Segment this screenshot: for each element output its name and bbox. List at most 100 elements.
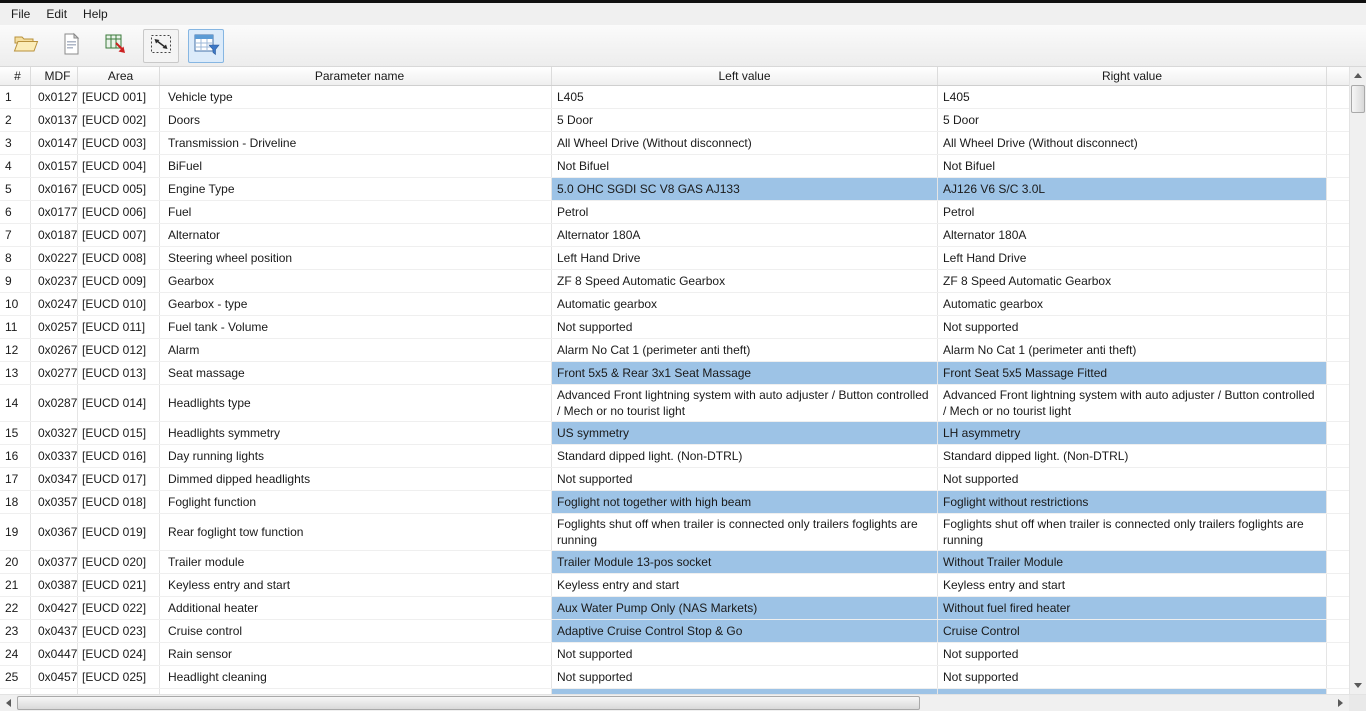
table-row[interactable]: 16 0x0337 [EUCD 016] Day running lights … [0, 445, 1349, 468]
cell-mdf: 0x0287 [31, 385, 78, 421]
print-document-icon [59, 32, 83, 59]
cell-right-value: LH asymmetry [938, 422, 1327, 444]
table-row[interactable]: 2 0x0137 [EUCD 002] Doors 5 Door 5 Door [0, 109, 1349, 132]
cell-filler [1327, 132, 1349, 154]
vertical-scrollbar-thumb[interactable] [1351, 85, 1365, 113]
column-header-index[interactable]: # [0, 67, 31, 85]
cell-index: 20 [0, 551, 31, 573]
menu-help[interactable]: Help [75, 3, 116, 25]
cell-mdf: 0x0457 [31, 666, 78, 688]
cell-index: 21 [0, 574, 31, 596]
table-row[interactable]: 19 0x0367 [EUCD 019] Rear foglight tow f… [0, 514, 1349, 551]
cell-mdf: 0x0327 [31, 422, 78, 444]
table-row[interactable]: 7 0x0187 [EUCD 007] Alternator Alternato… [0, 224, 1349, 247]
export-button[interactable] [98, 29, 134, 63]
horizontal-scrollbar[interactable] [0, 694, 1366, 711]
horizontal-scrollbar-track[interactable] [17, 695, 1332, 711]
cell-mdf: 0x0237 [31, 270, 78, 292]
column-header-parameter-name[interactable]: Parameter name [160, 67, 552, 85]
cell-index: 15 [0, 422, 31, 444]
filter-table-button[interactable] [188, 29, 224, 63]
table-row[interactable]: 8 0x0227 [EUCD 008] Steering wheel posit… [0, 247, 1349, 270]
cell-area: [EUCD 012] [78, 339, 160, 361]
column-header-left-value[interactable]: Left value [552, 67, 938, 85]
table-row[interactable]: 24 0x0447 [EUCD 024] Rain sensor Not sup… [0, 643, 1349, 666]
menu-file[interactable]: File [3, 3, 38, 25]
table-row[interactable]: 23 0x0437 [EUCD 023] Cruise control Adap… [0, 620, 1349, 643]
cell-right-value: Not supported [938, 643, 1327, 665]
print-button[interactable] [53, 29, 89, 63]
table-row[interactable]: 3 0x0147 [EUCD 003] Transmission - Drive… [0, 132, 1349, 155]
cell-right-value: Alarm No Cat 1 (perimeter anti theft) [938, 339, 1327, 361]
cell-filler [1327, 514, 1349, 550]
menu-edit[interactable]: Edit [38, 3, 75, 25]
table-row[interactable]: 6 0x0177 [EUCD 006] Fuel Petrol Petrol [0, 201, 1349, 224]
scroll-down-button[interactable] [1350, 677, 1366, 694]
cell-mdf [31, 689, 78, 694]
cell-mdf: 0x0177 [31, 201, 78, 223]
chevron-right-icon [1338, 699, 1343, 707]
open-folder-icon [13, 32, 39, 59]
open-file-button[interactable] [8, 29, 44, 63]
cell-right-value: All Wheel Drive (Without disconnect) [938, 132, 1327, 154]
scroll-right-button[interactable] [1332, 695, 1349, 711]
table-row[interactable]: 12 0x0267 [EUCD 012] Alarm Alarm No Cat … [0, 339, 1349, 362]
cell-index: 3 [0, 132, 31, 154]
cell-area: [EUCD 011] [78, 316, 160, 338]
cell-area: [EUCD 001] [78, 86, 160, 108]
cell-left-value: 5.0 OHC SGDI SC V8 GAS AJ133 [552, 178, 938, 200]
cell-area: [EUCD 015] [78, 422, 160, 444]
cell-parameter-name: Fuel [160, 201, 552, 223]
table-row[interactable]: 22 0x0427 [EUCD 022] Additional heater A… [0, 597, 1349, 620]
cell-left-value: Trailer Module 13-pos socket [552, 551, 938, 573]
cell-right-value: Advanced Front lightning system with aut… [938, 385, 1327, 421]
table-row[interactable]: 1 0x0127 [EUCD 001] Vehicle type L405 L4… [0, 86, 1349, 109]
cell-right-value: AJ126 V6 S/C 3.0L [938, 178, 1327, 200]
cell-parameter-name: Fuel tank - Volume [160, 316, 552, 338]
cell-right-value: Front Seat 5x5 Massage Fitted [938, 362, 1327, 384]
cell-mdf: 0x0227 [31, 247, 78, 269]
scroll-left-button[interactable] [0, 695, 17, 711]
column-header-area[interactable]: Area [78, 67, 160, 85]
cell-left-value: All Wheel Drive (Without disconnect) [552, 132, 938, 154]
cell-parameter-name: Gearbox [160, 270, 552, 292]
horizontal-scrollbar-thumb[interactable] [17, 696, 920, 710]
cell-filler [1327, 551, 1349, 573]
cell-parameter-name: Alternator [160, 224, 552, 246]
table-row[interactable]: 5 0x0167 [EUCD 005] Engine Type 5.0 OHC … [0, 178, 1349, 201]
cell-parameter-name: Foglight function [160, 491, 552, 513]
table-row[interactable]: 25 0x0457 [EUCD 025] Headlight cleaning … [0, 666, 1349, 689]
table-row[interactable]: 4 0x0157 [EUCD 004] BiFuel Not Bifuel No… [0, 155, 1349, 178]
cell-parameter-name: Rear foglight tow function [160, 514, 552, 550]
table-row[interactable]: 18 0x0357 [EUCD 018] Foglight function F… [0, 491, 1349, 514]
cell-filler [1327, 247, 1349, 269]
cell-area: [EUCD 002] [78, 109, 160, 131]
table-row[interactable]: 17 0x0347 [EUCD 017] Dimmed dipped headl… [0, 468, 1349, 491]
cell-right-value: Automatic gearbox [938, 293, 1327, 315]
cell-area: [EUCD 018] [78, 491, 160, 513]
table-row[interactable]: 9 0x0237 [EUCD 009] Gearbox ZF 8 Speed A… [0, 270, 1349, 293]
cell-left-value: Not supported [552, 316, 938, 338]
cell-mdf: 0x0277 [31, 362, 78, 384]
table-row[interactable]: 13 0x0277 [EUCD 013] Seat massage Front … [0, 362, 1349, 385]
table-row[interactable] [0, 689, 1349, 694]
table-row[interactable]: 14 0x0287 [EUCD 014] Headlights type Adv… [0, 385, 1349, 422]
cell-left-value: ZF 8 Speed Automatic Gearbox [552, 270, 938, 292]
cell-right-value: Standard dipped light. (Non-DTRL) [938, 445, 1327, 467]
table-row[interactable]: 15 0x0327 [EUCD 015] Headlights symmetry… [0, 422, 1349, 445]
table-row[interactable]: 10 0x0247 [EUCD 010] Gearbox - type Auto… [0, 293, 1349, 316]
scroll-up-button[interactable] [1350, 67, 1366, 84]
table-row[interactable]: 21 0x0387 [EUCD 021] Keyless entry and s… [0, 574, 1349, 597]
vertical-scrollbar[interactable] [1349, 67, 1366, 694]
column-header-right-value[interactable]: Right value [938, 67, 1327, 85]
select-area-button[interactable] [143, 29, 179, 63]
cell-parameter-name: Gearbox - type [160, 293, 552, 315]
cell-left-value: Petrol [552, 201, 938, 223]
cell-left-value: Front 5x5 & Rear 3x1 Seat Massage [552, 362, 938, 384]
table-row[interactable]: 20 0x0377 [EUCD 020] Trailer module Trai… [0, 551, 1349, 574]
cell-left-value: Left Hand Drive [552, 247, 938, 269]
cell-index: 7 [0, 224, 31, 246]
column-header-mdf[interactable]: MDF [31, 67, 78, 85]
table-row[interactable]: 11 0x0257 [EUCD 011] Fuel tank - Volume … [0, 316, 1349, 339]
cell-left-value: Advanced Front lightning system with aut… [552, 385, 938, 421]
